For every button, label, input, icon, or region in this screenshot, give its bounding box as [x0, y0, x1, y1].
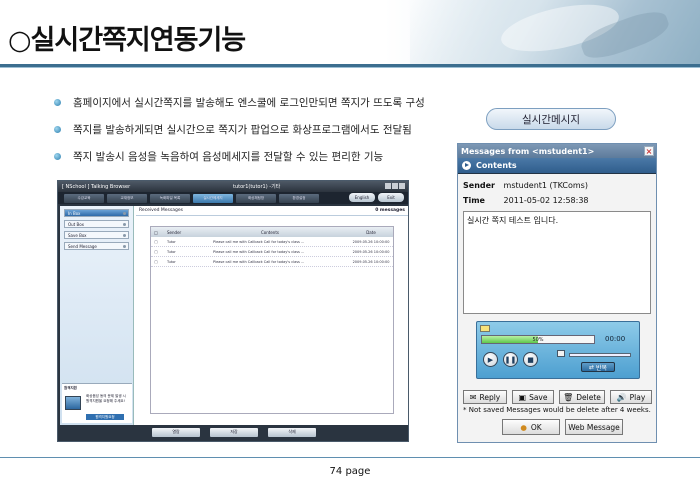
header-divider-thin: [0, 67, 700, 68]
table-row[interactable]: □ Tutor Please call me with Callback Cal…: [151, 257, 393, 267]
volume-slider[interactable]: [569, 353, 631, 357]
remote-support-text: 화상음성 동의 문제 발생 시 원격지원을 요청해 주세요!: [86, 394, 126, 403]
time-label: Time: [463, 196, 485, 205]
loop-button[interactable]: ⇄ 반복: [581, 362, 615, 372]
bullet-icon: [54, 125, 61, 133]
menu-course[interactable]: 수강교육: [64, 193, 104, 203]
maximize-icon[interactable]: [392, 183, 398, 189]
message-text-area[interactable]: 실시간 쪽지 테스트 입니다.: [463, 211, 651, 314]
menu-video-chat[interactable]: 화상채팅방: [236, 193, 276, 203]
time-display: 00:00: [605, 335, 626, 343]
ok-circle-icon: ●: [520, 422, 527, 432]
menu-textbook[interactable]: 교재정보: [107, 193, 147, 203]
sender-row: Sender mstudent1 (TKComs): [463, 181, 588, 190]
remote-support-panel: 원격지원 화상음성 동의 문제 발생 시 원격지원을 요청해 주세요! 원격지원…: [62, 383, 132, 423]
delete-message-button[interactable]: 🗑 Delete: [559, 390, 605, 404]
open-button[interactable]: 열람: [152, 427, 200, 437]
message-sidebar: In Box Out Box Save Box Send Message 원격지…: [60, 206, 134, 426]
sidebar-item-outbox[interactable]: Out Box: [64, 220, 129, 228]
play-circle-icon: [462, 161, 471, 170]
table-header: □ Sender Contents Date: [151, 227, 393, 237]
app-top-buttons: English Exit: [349, 193, 404, 202]
window-controls: [385, 183, 405, 189]
floppy-icon: ▣: [518, 392, 527, 402]
col-contents: Contents: [261, 229, 279, 235]
footer-divider: [0, 457, 700, 458]
contents-label: Contents: [476, 161, 517, 170]
menu-realtime-message[interactable]: 실시간메세지: [193, 193, 233, 203]
audio-icon: [480, 325, 490, 332]
menu-settings[interactable]: 환경설정: [279, 193, 319, 203]
message-list-panel: Received Messages 0 messages □ Sender Co…: [136, 206, 408, 426]
page-title: ○실시간쪽지연동기능: [8, 25, 246, 56]
time-value: 2011-05-02 12:58:38: [503, 196, 589, 205]
message-count: 0 messages: [375, 208, 405, 213]
menu-recordings[interactable]: 녹화파일 목록: [150, 193, 190, 203]
message-list-header: Received Messages 0 messages: [136, 206, 408, 216]
minimize-icon[interactable]: [385, 183, 391, 189]
row-checkbox[interactable]: □: [151, 250, 161, 254]
sender-label: Sender: [463, 181, 495, 190]
feature-item: 쪽지를 발송하게되면 실시간으로 쪽지가 팝업으로 화상프로그램에서도 전달됨: [54, 121, 425, 137]
sender-value: mstudent1 (TKComs): [503, 181, 588, 190]
english-button[interactable]: English: [349, 193, 375, 202]
sidebar-item-savebox[interactable]: Save Box: [64, 231, 129, 239]
reply-icon: ✉: [469, 392, 477, 402]
save-message-button[interactable]: ▣ Save: [512, 390, 554, 404]
received-messages-label: Received Messages: [139, 208, 183, 213]
message-window-titlebar: Messages from <mstudent1> ×: [458, 144, 656, 158]
app-body: In Box Out Box Save Box Send Message 원격지…: [60, 206, 408, 426]
remote-support-title: 원격지원: [64, 386, 77, 390]
feature-list: 홈페이지에서 실시간쪽지를 발송해도 엔스쿨에 로그인만되면 쪽지가 뜨도록 구…: [54, 94, 425, 175]
message-popup-window: Messages from <mstudent1> × Contents Sen…: [457, 143, 657, 443]
bullet-icon: [54, 152, 61, 160]
app-titlebar: [ NSchool ] Talking Browser tutor1(tutor…: [58, 181, 408, 192]
table-row[interactable]: □ Tutor Please call me with Callback Cal…: [151, 237, 393, 247]
stop-icon[interactable]: ■: [523, 352, 538, 367]
close-icon[interactable]: [399, 183, 405, 189]
exit-button[interactable]: Exit: [378, 193, 404, 202]
delete-button[interactable]: 삭제: [268, 427, 316, 437]
feature-item: 홈페이지에서 실시간쪽지를 발송해도 엔스쿨에 로그인만되면 쪽지가 뜨도록 구…: [54, 94, 425, 110]
pause-icon[interactable]: ❚❚: [503, 352, 518, 367]
row-checkbox[interactable]: □: [151, 240, 161, 244]
talking-browser-window: [ NSchool ] Talking Browser tutor1(tutor…: [57, 180, 409, 442]
remote-support-button[interactable]: 원격지원요청: [86, 414, 124, 420]
save-button[interactable]: 저장: [210, 427, 258, 437]
message-window-title: Messages from <mstudent1>: [461, 146, 595, 156]
speaker-icon: 🔊: [616, 392, 627, 402]
realtime-message-label: 실시간메시지: [486, 108, 616, 130]
voice-player: 50% 00:00 ▶ ❚❚ ■ ⇄ 반복: [476, 321, 640, 379]
web-message-button[interactable]: Web Message: [565, 419, 623, 435]
reply-button[interactable]: ✉ Reply: [463, 390, 507, 404]
play-button[interactable]: 🔊 Play: [610, 390, 652, 404]
close-icon[interactable]: ×: [644, 146, 654, 156]
message-table: □ Sender Contents Date □ Tutor Please ca…: [150, 226, 394, 414]
retention-note: * Not saved Messages would be delete aft…: [463, 406, 651, 414]
playback-progress-bar[interactable]: 50%: [481, 335, 595, 344]
play-icon[interactable]: ▶: [483, 352, 498, 367]
app-footer-buttons: 열람 저장 삭제: [60, 425, 408, 439]
trash-icon: 🗑: [563, 392, 574, 402]
header-photo: [410, 0, 700, 64]
col-sender: Sender: [167, 229, 182, 235]
sidebar-item-send-message[interactable]: Send Message: [64, 242, 129, 250]
monitor-icon: [65, 396, 81, 410]
progress-text: 50%: [532, 337, 544, 343]
repeat-icon: ⇄: [589, 363, 596, 371]
ok-button[interactable]: ● OK: [502, 419, 560, 435]
sidebar-item-inbox[interactable]: In Box: [64, 209, 129, 217]
feature-item: 쪽지 발송시 음성을 녹음하여 음성메세지를 전달할 수 있는 편리한 기능: [54, 148, 425, 164]
time-row: Time 2011-05-02 12:58:38: [463, 196, 589, 205]
table-row[interactable]: □ Tutor Please call me with Callback Cal…: [151, 247, 393, 257]
col-date: Date: [366, 229, 376, 235]
volume-icon: [557, 350, 565, 357]
row-checkbox[interactable]: □: [151, 260, 161, 264]
contents-header: Contents: [458, 158, 656, 174]
select-all-checkbox[interactable]: □: [151, 230, 161, 235]
page-number: 74 page: [329, 466, 371, 477]
app-window-title: tutor1(tutor1) -기타: [233, 184, 281, 190]
bullet-icon: [54, 98, 61, 106]
app-brand: [ NSchool ] Talking Browser: [62, 183, 131, 190]
